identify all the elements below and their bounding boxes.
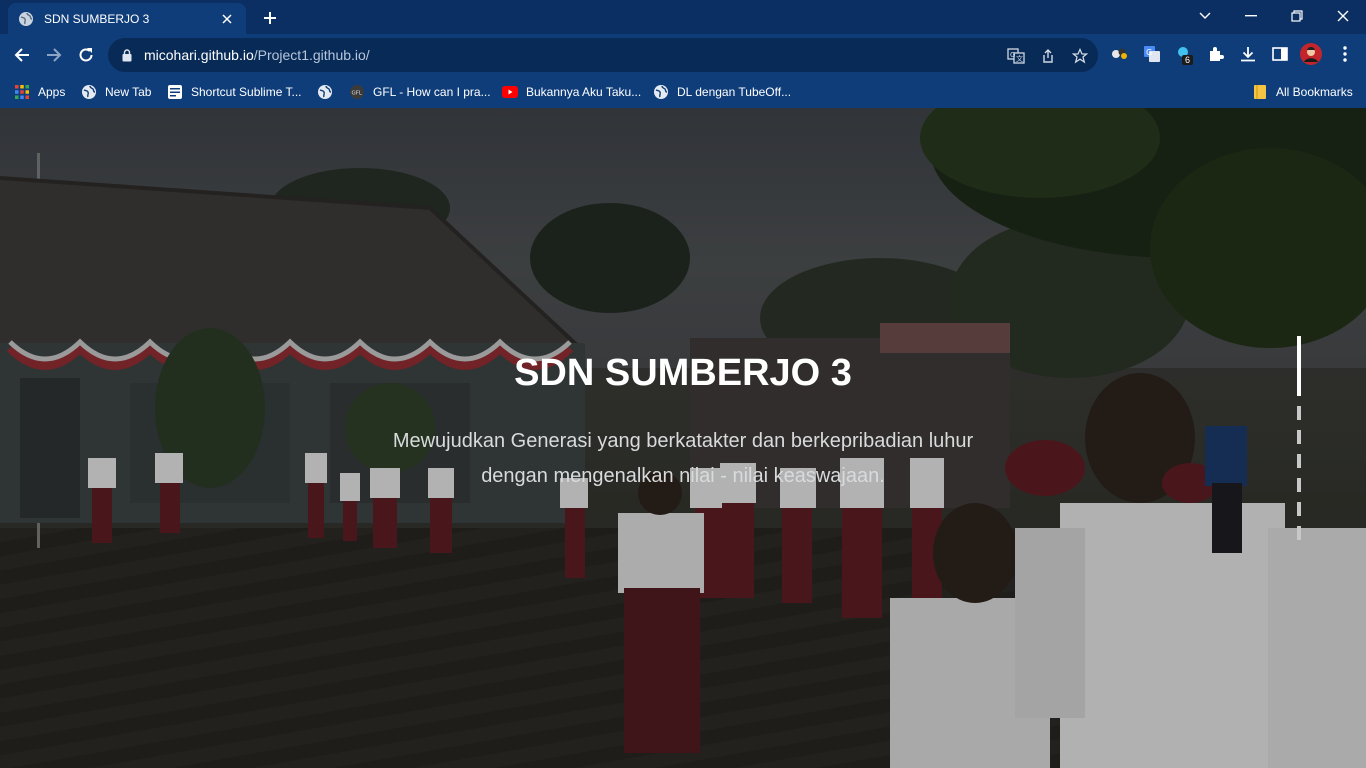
extension-balls-icon[interactable] [1109,43,1131,65]
hero-title: SDN SUMBERJO 3 [514,352,852,394]
folder-icon [1252,84,1268,100]
back-button[interactable] [8,41,36,69]
extension-badge-icon[interactable]: 6 [1173,43,1195,65]
slide-indicator-active[interactable] [1297,336,1301,396]
side-panel-icon[interactable] [1269,43,1291,65]
bookmark-label: Shortcut Sublime T... [191,85,302,99]
youtube-icon [502,84,518,100]
slide-indicator-dot[interactable] [1297,406,1301,420]
slide-indicator-dot[interactable] [1297,454,1301,468]
minimize-button[interactable] [1228,2,1274,30]
bookmark-star-icon[interactable] [1070,46,1090,66]
bookmark-apps[interactable]: Apps [14,81,65,103]
slide-indicator-dot[interactable] [1297,430,1301,444]
bookmark-label: GFL - How can I pra... [373,85,491,99]
bookmark-label: New Tab [105,85,152,99]
close-tab-icon[interactable] [218,10,236,28]
bookmark-label: Bukannya Aku Taku... [526,85,642,99]
bookmark-new-tab[interactable]: New Tab [81,81,151,103]
extensions-puzzle-icon[interactable] [1205,43,1227,65]
hero-subtitle-line-1: Mewujudkan Generasi yang berkatakter dan… [392,430,974,452]
menu-kebab-icon[interactable] [1334,43,1356,65]
svg-text:G: G [1146,48,1152,57]
gfl-icon: GFL [349,84,365,100]
hero-subtitle: Mewujudkan Generasi yang berkatakter dan… [360,424,1006,494]
bookmark-label: Apps [38,85,66,99]
download-icon[interactable] [1237,43,1259,65]
translate-icon[interactable]: G文 [1006,46,1026,66]
restore-button[interactable] [1274,2,1320,30]
google-translate-extension-icon[interactable]: G [1141,43,1163,65]
all-bookmarks-label: All Bookmarks [1276,85,1353,99]
all-bookmarks[interactable]: All Bookmarks [1252,81,1353,103]
bookmark-globe[interactable] [317,81,341,103]
address-bar[interactable]: micohari.github.io/Project1.github.io/ G… [108,38,1098,72]
tab-strip: SDN SUMBERJO 3 [0,0,1366,34]
hero-section: SDN SUMBERJO 3 Mewujudkan Generasi yang … [0,108,1366,768]
page-icon [167,84,183,100]
url-text: micohari.github.io/Project1.github.io/ [144,47,370,63]
slide-indicator [1297,336,1301,542]
globe-icon [317,84,333,100]
reload-button[interactable] [72,41,100,69]
bookmark-gfl[interactable]: GFL GFL - How can I pra... [349,81,491,103]
toolbar: micohari.github.io/Project1.github.io/ G… [0,34,1366,76]
tab-title: SDN SUMBERJO 3 [44,11,150,26]
bookmark-youtube[interactable]: Bukannya Aku Taku... [502,81,641,103]
active-tab[interactable]: SDN SUMBERJO 3 [8,3,246,34]
share-icon[interactable] [1038,46,1058,66]
hero-subtitle-line-2: dengan mengenalkan nilai - nilai keaswaj… [481,465,885,487]
forward-button[interactable] [40,41,68,69]
new-tab-button[interactable] [258,6,282,30]
slide-indicator-dot[interactable] [1297,526,1301,540]
bookmark-label: DL dengan TubeOff... [677,85,792,99]
extension-badge-count: 6 [1182,55,1194,65]
globe-icon [18,11,34,27]
lock-icon[interactable] [120,48,134,62]
bookmarks-bar: Apps New Tab Shortcut Sublime T... GFL G… [0,76,1366,108]
tab-search-chevron-icon[interactable] [1182,2,1228,30]
svg-text:G: G [1010,51,1015,59]
svg-text:文: 文 [1016,54,1023,63]
svg-text:GFL: GFL [352,91,363,97]
browser-chrome: SDN SUMBERJO 3 micohari.github.io/Projec… [0,0,1366,108]
slide-indicator-dot[interactable] [1297,478,1301,492]
bookmark-tubeoff[interactable]: DL dengan TubeOff... [653,81,791,103]
bookmark-shortcut-sublime[interactable]: Shortcut Sublime T... [167,81,302,103]
profile-avatar[interactable] [1300,43,1322,65]
globe-icon [81,84,97,100]
url-path: /Project1.github.io/ [253,47,370,63]
close-window-button[interactable] [1320,2,1366,30]
url-host: micohari.github.io [144,47,254,63]
slide-indicator-dot[interactable] [1297,502,1301,516]
apps-grid-icon [14,84,30,100]
globe-icon [653,84,669,100]
